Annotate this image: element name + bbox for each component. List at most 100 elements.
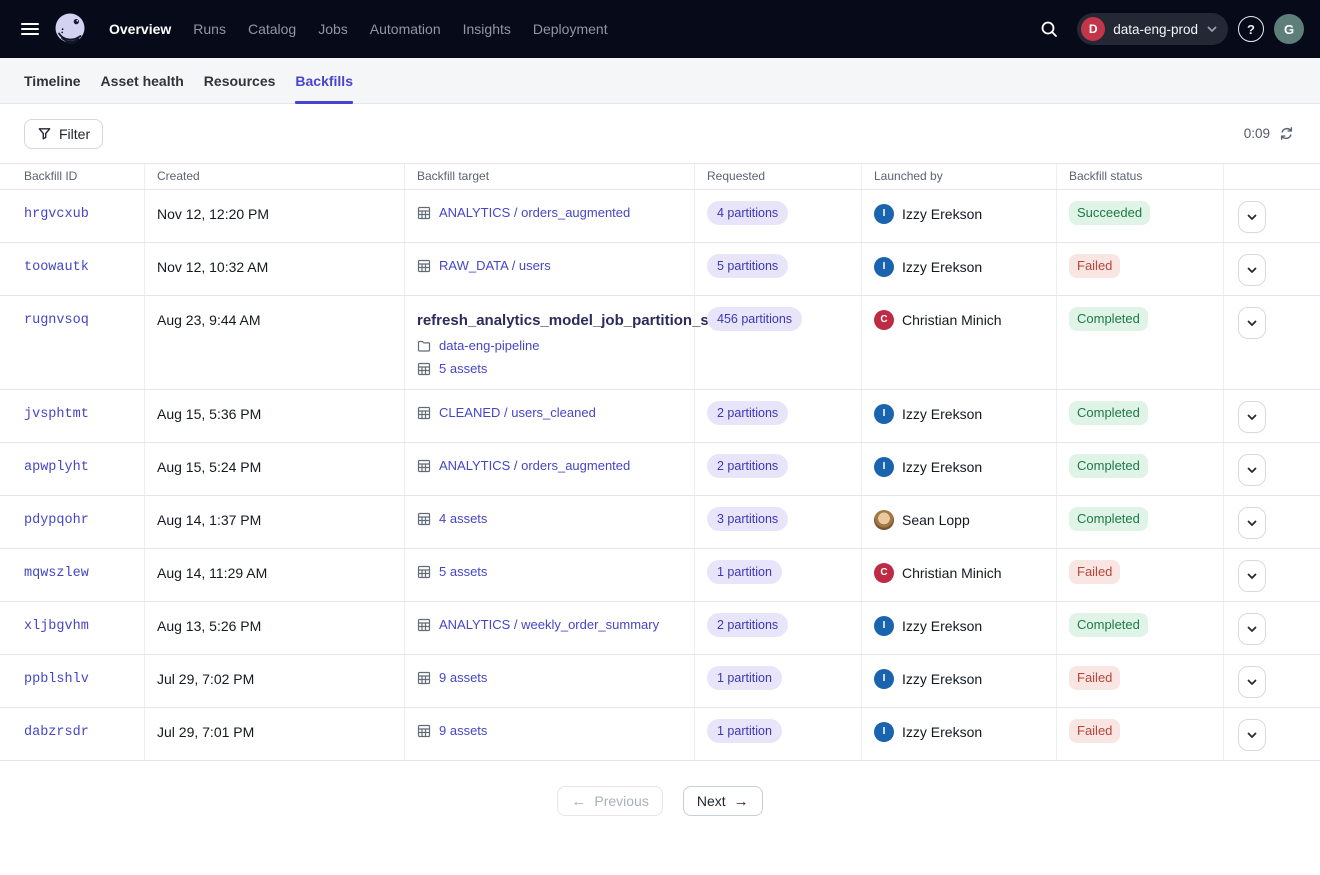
nav-item-jobs[interactable]: Jobs [307, 15, 359, 43]
backfill-id-link[interactable]: ppblshlv [24, 672, 89, 687]
repo-link[interactable]: data-eng-pipeline [417, 337, 682, 354]
backfill-id-link[interactable]: mqwszlew [24, 566, 89, 581]
job-assets-link[interactable]: 5 assets [417, 360, 682, 377]
next-page-button[interactable]: Next → [683, 786, 763, 816]
menu-button[interactable] [12, 11, 48, 47]
asset-table-icon [417, 206, 431, 220]
chevron-down-icon [1206, 23, 1218, 35]
row-expand-button[interactable] [1238, 401, 1266, 433]
created-cell-text: Aug 15, 5:24 PM [157, 459, 261, 475]
backfill-id-link[interactable]: toowautk [24, 260, 89, 275]
status-cell: Succeeded [1057, 190, 1224, 242]
next-page-label: Next [697, 793, 726, 809]
launched-by-cell: I Izzy Erekson [862, 708, 1057, 760]
dagster-logo[interactable] [52, 11, 88, 47]
actions-cell [1224, 602, 1320, 654]
nav-item-runs[interactable]: Runs [182, 15, 237, 43]
launcher-name: Izzy Erekson [902, 616, 982, 636]
filter-button[interactable]: Filter [24, 119, 103, 149]
chevron-down-icon [1246, 729, 1258, 741]
row-expand-button[interactable] [1238, 613, 1266, 645]
created-cell-text: Aug 14, 1:37 PM [157, 512, 261, 528]
backfill-id-cell: rugnvsoq [0, 296, 145, 389]
backfill-id-link[interactable]: pdypqohr [24, 513, 89, 528]
nav-item-deployment[interactable]: Deployment [522, 15, 619, 43]
row-expand-button[interactable] [1238, 454, 1266, 486]
main-nav: Overview Runs Catalog Jobs Automation In… [98, 15, 619, 43]
backfill-id-link[interactable]: hrgvcxub [24, 207, 89, 222]
status-badge: Failed [1069, 254, 1120, 278]
asset-link[interactable]: ANALYTICS / orders_augmented [417, 204, 682, 222]
chevron-down-icon [1246, 676, 1258, 688]
column-header-actions [1224, 164, 1320, 189]
created-cell-text: Nov 12, 10:32 AM [157, 259, 268, 275]
nav-item-catalog[interactable]: Catalog [237, 15, 307, 43]
asset-link-label: 5 assets [439, 563, 487, 581]
user-avatar[interactable]: G [1274, 14, 1304, 44]
chevron-down-icon [1246, 411, 1258, 423]
asset-link[interactable]: CLEANED / users_cleaned [417, 404, 682, 422]
created-cell-text: Aug 15, 5:36 PM [157, 406, 261, 422]
asset-link[interactable]: 4 assets [417, 510, 682, 528]
workspace-switcher[interactable]: D data-eng-prod [1077, 13, 1228, 45]
table-row: dabzrsdr Jul 29, 7:01 PM 9 assets 1 part… [0, 708, 1320, 761]
help-icon: ? [1247, 22, 1255, 37]
backfill-id-link[interactable]: jvsphtmt [24, 407, 89, 422]
status-badge: Completed [1069, 507, 1148, 531]
requested-cell: 2 partitions [695, 443, 862, 495]
asset-link[interactable]: RAW_DATA / users [417, 257, 682, 275]
backfill-id-cell: toowautk [0, 243, 145, 295]
row-expand-button[interactable] [1238, 666, 1266, 698]
refresh-button[interactable] [1277, 124, 1296, 143]
filter-button-label: Filter [59, 126, 90, 142]
row-expand-button[interactable] [1238, 507, 1266, 539]
search-button[interactable] [1031, 11, 1067, 47]
asset-link[interactable]: 9 assets [417, 722, 682, 740]
launched-by-cell: I Izzy Erekson [862, 655, 1057, 707]
backfill-id-link[interactable]: apwplyht [24, 460, 89, 475]
row-expand-button[interactable] [1238, 560, 1266, 592]
column-header-backfill-target: Backfill target [405, 164, 695, 189]
row-expand-button[interactable] [1238, 201, 1266, 233]
asset-link[interactable]: 5 assets [417, 563, 682, 581]
job-name-link[interactable]: refresh_analytics_model_job_partition_se… [417, 310, 682, 331]
row-expand-button[interactable] [1238, 307, 1266, 339]
nav-item-insights[interactable]: Insights [452, 15, 522, 43]
asset-link[interactable]: 9 assets [417, 669, 682, 687]
launcher-name: Izzy Erekson [902, 204, 982, 224]
tab-resources[interactable]: Resources [194, 58, 286, 103]
previous-page-button[interactable]: ← Previous [557, 786, 662, 816]
chevron-down-icon [1246, 211, 1258, 223]
row-expand-button[interactable] [1238, 254, 1266, 286]
tab-backfills[interactable]: Backfills [285, 58, 363, 103]
asset-link[interactable]: ANALYTICS / orders_augmented [417, 457, 682, 475]
nav-item-overview[interactable]: Overview [98, 15, 182, 43]
launcher-name: Izzy Erekson [902, 257, 982, 277]
requested-badge: 2 partitions [707, 613, 788, 637]
table-row: apwplyht Aug 15, 5:24 PM ANALYTICS / ord… [0, 443, 1320, 496]
column-header-launched-by: Launched by [862, 164, 1057, 189]
asset-link[interactable]: ANALYTICS / weekly_order_summary [417, 616, 682, 634]
backfill-id-link[interactable]: xljbgvhm [24, 619, 89, 634]
search-icon [1039, 19, 1059, 39]
help-button[interactable]: ? [1238, 16, 1264, 42]
requested-badge: 3 partitions [707, 507, 788, 531]
requested-badge: 2 partitions [707, 454, 788, 478]
launcher: I Izzy Erekson [874, 669, 1044, 689]
nav-item-automation[interactable]: Automation [359, 15, 452, 43]
created-cell-text: Aug 14, 11:29 AM [157, 565, 267, 581]
backfill-id-link[interactable]: rugnvsoq [24, 313, 89, 328]
asset-link-label: ANALYTICS / orders_augmented [439, 457, 630, 475]
actions-cell [1224, 549, 1320, 601]
status-badge: Failed [1069, 560, 1120, 584]
backfill-id-link[interactable]: dabzrsdr [24, 725, 89, 740]
launcher-avatar: I [874, 616, 894, 636]
launcher-avatar: I [874, 457, 894, 477]
tab-asset-health[interactable]: Asset health [91, 58, 194, 103]
row-expand-button[interactable] [1238, 719, 1266, 751]
requested-cell: 456 partitions [695, 296, 862, 389]
requested-cell: 5 partitions [695, 243, 862, 295]
actions-cell [1224, 296, 1320, 389]
tab-timeline[interactable]: Timeline [14, 58, 91, 103]
column-header-created: Created [145, 164, 405, 189]
